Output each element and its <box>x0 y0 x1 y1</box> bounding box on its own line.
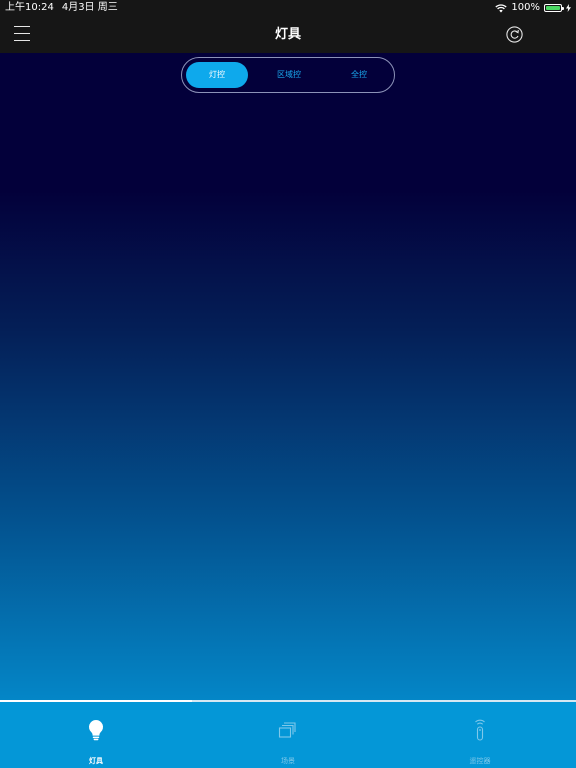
segment-light-control[interactable]: 灯控 <box>186 62 248 88</box>
tab-remote[interactable]: 遥控器 <box>384 702 576 768</box>
status-date: 4月3日 周三 <box>61 2 118 13</box>
battery-icon <box>544 4 564 12</box>
status-time: 上午10:24 <box>5 2 54 13</box>
refresh-icon[interactable] <box>505 25 524 44</box>
segment-area-control[interactable]: 区域控 <box>258 62 320 88</box>
status-right: 100% <box>495 0 571 16</box>
charging-icon <box>566 4 571 12</box>
tab-bar: 灯具 场景 遥控器 <box>0 700 576 768</box>
segment-all-control[interactable]: 全控 <box>328 62 390 88</box>
battery-percent: 100% <box>511 2 540 13</box>
page-title: 灯具 <box>274 27 301 42</box>
status-bar: 上午10:24 4月3日 周三 100% <box>0 0 576 16</box>
scene-icon <box>278 722 296 738</box>
tab-label-remote: 遥控器 <box>469 757 491 765</box>
status-left: 上午10:24 4月3日 周三 <box>5 0 126 16</box>
segmented-control: 灯控 区域控 全控 <box>181 57 395 93</box>
wifi-icon <box>495 3 508 12</box>
tab-label-scenes: 场景 <box>281 757 295 765</box>
tab-scenes[interactable]: 场景 <box>192 702 384 768</box>
bulb-icon <box>88 719 104 741</box>
tab-label-lights: 灯具 <box>89 757 103 765</box>
tab-lights[interactable]: 灯具 <box>0 702 192 768</box>
nav-bar: 灯具 <box>0 16 576 53</box>
remote-icon <box>475 719 485 741</box>
